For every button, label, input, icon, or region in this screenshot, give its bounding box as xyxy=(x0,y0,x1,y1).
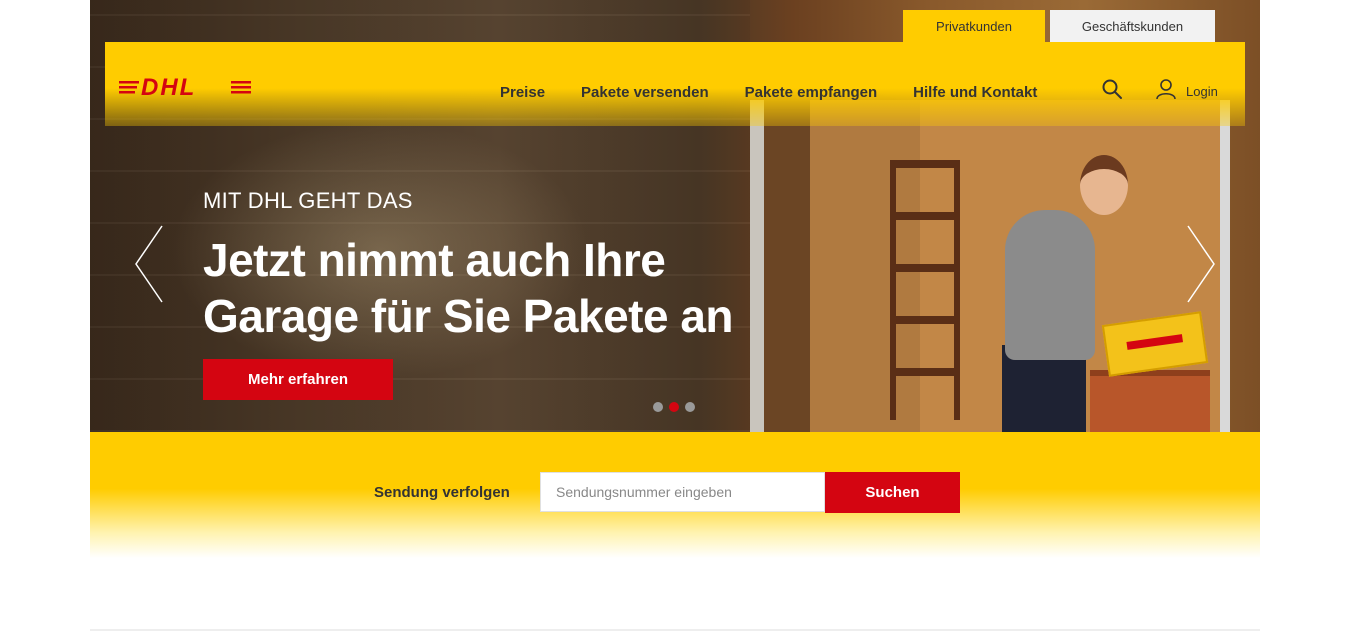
nav-item-hilfe-kontakt[interactable]: Hilfe und Kontakt xyxy=(913,84,1037,101)
main-nav: Preise Pakete versenden Pakete empfangen… xyxy=(500,84,1037,101)
tracking-number-input[interactable] xyxy=(540,472,825,512)
page: Privatkunden Geschäftskunden DHL Preise … xyxy=(0,0,1349,632)
search-icon[interactable] xyxy=(1101,78,1123,100)
hero-eyebrow: MIT DHL GEHT DAS xyxy=(203,188,413,213)
dhl-logo[interactable]: DHL xyxy=(119,72,251,100)
person-head xyxy=(1080,155,1128,215)
divider xyxy=(90,629,1260,631)
search-button[interactable]: Suchen xyxy=(825,472,960,513)
tab-private-customers[interactable]: Privatkunden xyxy=(903,10,1045,42)
carousel-dots xyxy=(653,402,695,412)
nav-item-preise[interactable]: Preise xyxy=(500,84,545,101)
carousel-dot-2[interactable] xyxy=(669,402,679,412)
ladder xyxy=(890,160,960,420)
person-body xyxy=(1005,210,1095,360)
tab-business-customers[interactable]: Geschäftskunden xyxy=(1050,10,1215,42)
carousel-dot-3[interactable] xyxy=(685,402,695,412)
chevron-left-icon[interactable] xyxy=(134,224,164,304)
carousel-dot-1[interactable] xyxy=(653,402,663,412)
more-info-button[interactable]: Mehr erfahren xyxy=(203,359,393,400)
nav-item-pakete-empfangen[interactable]: Pakete empfangen xyxy=(745,84,878,101)
user-icon[interactable] xyxy=(1155,78,1177,100)
site-header: DHL Preise Pakete versenden Pakete empfa… xyxy=(105,42,1245,126)
hero-headline: Jetzt nimmt auch Ihre Garage für Sie Pak… xyxy=(203,234,734,342)
tracking-label: Sendung verfolgen xyxy=(374,484,510,501)
svg-text:DHL: DHL xyxy=(141,74,196,100)
nav-item-pakete-versenden[interactable]: Pakete versenden xyxy=(581,84,709,101)
cabinet xyxy=(1090,370,1210,432)
login-link[interactable]: Login xyxy=(1186,84,1218,99)
chevron-right-icon[interactable] xyxy=(1186,224,1216,304)
